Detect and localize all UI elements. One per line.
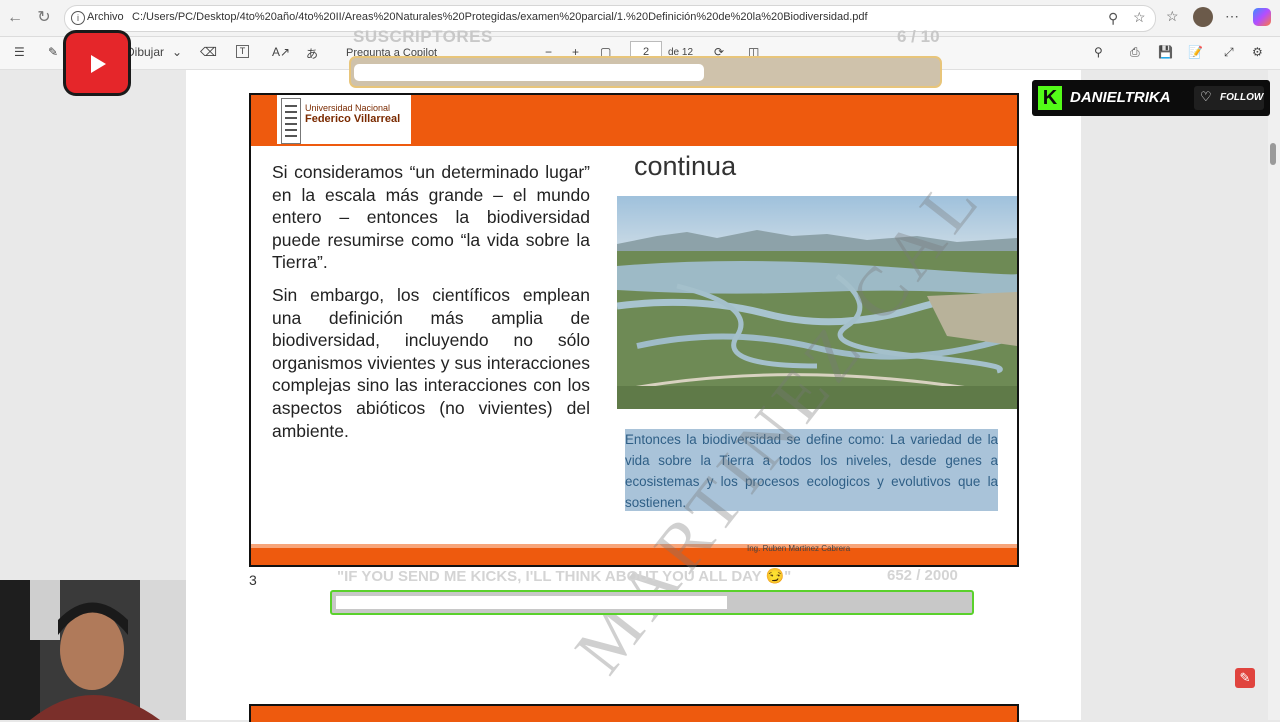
save-as-icon[interactable]: 📝 xyxy=(1188,45,1203,59)
kick-follow-banner: K DANIELTRIKA ♡ FOLLOW xyxy=(1032,80,1270,116)
zoom-icon[interactable]: ⚲ xyxy=(1108,10,1118,27)
heart-icon: ♡ xyxy=(1200,89,1212,104)
university-name-line2: Federico Villarreal xyxy=(305,113,401,125)
contents-icon[interactable]: ☰ xyxy=(14,45,25,59)
kick-follow-label: FOLLOW xyxy=(1220,92,1264,103)
slide-author: Ing. Ruben Martinez Cabrera xyxy=(747,544,851,553)
draw-button[interactable]: Dibujar xyxy=(126,45,164,59)
url-text[interactable]: C:/Users/PC/Desktop/4to%20año/4to%20II/A… xyxy=(132,11,868,23)
kicks-goal-count: 652 / 2000 xyxy=(887,567,958,584)
site-label: Archivo xyxy=(87,11,124,23)
university-logo xyxy=(281,98,301,144)
scrollbar-thumb[interactable] xyxy=(1270,143,1276,165)
slide-heading: continua xyxy=(634,151,737,181)
pdf-icon[interactable]: ✎ xyxy=(1235,668,1255,688)
subscriber-goal-count: 6 / 10 xyxy=(897,27,940,46)
address-bar[interactable]: i Archivo C:/Users/PC/Desktop/4to%20año/… xyxy=(64,5,1156,32)
kicks-goal-fill xyxy=(336,596,727,609)
scrollbar[interactable] xyxy=(1268,70,1280,720)
right-gutter xyxy=(1081,70,1268,720)
settings-icon[interactable]: ⚙ xyxy=(1252,45,1263,59)
highlight-icon[interactable]: ✎ xyxy=(48,45,58,59)
page-number: 3 xyxy=(249,572,257,588)
print-icon[interactable]: ⎙ xyxy=(1130,45,1140,60)
translate-icon[interactable]: あ xyxy=(306,45,318,62)
paragraph-1: Si consideramos “un determinado lugar” e… xyxy=(272,162,590,273)
paragraph-2: Sin embargo, los científicos emplean una… xyxy=(272,285,590,441)
favorite-icon[interactable]: ☆ xyxy=(1133,9,1146,26)
university-name-line1: Universidad Nacional xyxy=(305,103,391,113)
subscriber-goal-fill xyxy=(354,64,704,81)
refresh-icon[interactable]: ↻ xyxy=(34,8,54,28)
read-aloud-icon[interactable]: A↗ xyxy=(272,45,290,59)
next-slide-top xyxy=(249,704,1019,722)
kick-channel-name: DANIELTRIKA xyxy=(1070,89,1171,106)
subscriber-goal-label: SUSCRIPTORES xyxy=(353,27,493,46)
kicks-goal-label: "IF YOU SEND ME KICKS, I'LL THINK ABOUT … xyxy=(337,568,792,585)
webcam-feed xyxy=(0,580,186,720)
back-icon[interactable]: ← xyxy=(5,8,25,28)
search-icon[interactable]: ⚲ xyxy=(1094,45,1103,59)
profile-icon[interactable] xyxy=(1193,7,1213,27)
save-icon[interactable]: 💾 xyxy=(1158,45,1173,59)
streamer-avatar xyxy=(0,580,186,720)
favorites-bar-icon[interactable]: ☆ xyxy=(1166,8,1179,25)
chevron-down-icon[interactable]: ⌄ xyxy=(172,45,182,59)
eraser-icon[interactable]: ⌫ xyxy=(200,45,217,59)
fullscreen-icon[interactable]: ⤢ xyxy=(1224,45,1234,60)
text-icon[interactable]: T xyxy=(236,45,249,58)
kick-icon: K xyxy=(1038,86,1062,110)
more-icon[interactable]: ⋯ xyxy=(1225,8,1239,25)
copilot-icon[interactable] xyxy=(1253,8,1271,26)
youtube-icon xyxy=(66,33,128,93)
browser-toolbar: ← ↻ i Archivo C:/Users/PC/Desktop/4to%20… xyxy=(0,0,1280,37)
info-icon[interactable]: i xyxy=(71,11,85,25)
